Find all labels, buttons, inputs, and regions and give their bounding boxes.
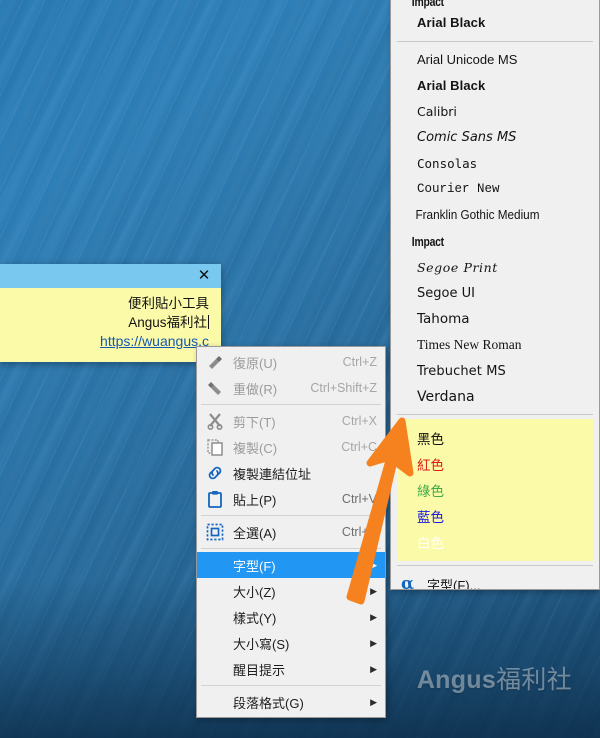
color-item-black[interactable]: 黑色 <box>397 425 593 451</box>
text-caret <box>208 315 209 329</box>
scissors-icon <box>205 411 225 431</box>
menu-item-case-label: 大小寫(S) <box>233 636 290 652</box>
link-icon <box>205 463 225 483</box>
font-item-trebuchet-ms[interactable]: Trebuchet MS <box>391 358 599 384</box>
menu-item-paste-label: 貼上(P) <box>233 492 277 508</box>
font-item-arial-unicode-ms[interactable]: Arial Unicode MS <box>391 46 599 72</box>
menu-item-font-label: 字型(F) <box>233 558 276 574</box>
font-item-courier-new[interactable]: Courier New <box>391 176 599 202</box>
color-list: 黑色 紅色 綠色 藍色 白色 <box>397 419 593 561</box>
menu-item-select-all-label: 全選(A) <box>233 525 277 541</box>
color-item-blue[interactable]: 藍色 <box>397 503 593 529</box>
clipboard-icon <box>205 489 225 509</box>
menu-separator <box>201 404 381 405</box>
font-item-verdana[interactable]: Verdana <box>391 384 599 410</box>
menu-item-size[interactable]: 大小(Z) ▶ <box>197 578 385 604</box>
menu-item-redo[interactable]: 重做(R) Ctrl+Shift+Z <box>197 375 385 401</box>
menu-item-copy-accel: Ctrl+C <box>341 440 377 454</box>
menu-item-redo-label: 重做(R) <box>233 381 278 397</box>
menu-item-cut-accel: Ctrl+X <box>341 414 377 428</box>
menu-separator <box>201 685 381 686</box>
chevron-right-icon: ▶ <box>370 611 377 622</box>
font-item-franklin-gothic-medium[interactable]: Franklin Gothic Medium <box>391 202 587 228</box>
menu-item-redo-accel: Ctrl+Shift+Z <box>310 381 377 395</box>
font-item-impact[interactable]: Impact <box>391 228 557 254</box>
menu-item-size-label: 大小(Z) <box>233 584 276 600</box>
font-item-comic-sans-ms[interactable]: Comic Sans MS <box>391 124 599 150</box>
menu-item-paste[interactable]: 貼上(P) Ctrl+V <box>197 486 385 512</box>
chevron-right-icon: ▶ <box>370 585 377 596</box>
sticky-note-window[interactable]: ✕ 便利貼小工具 Angus福利社 https://wuangus.c <box>0 264 221 362</box>
color-item-white[interactable]: 白色 <box>397 529 593 555</box>
context-menu[interactable]: 復原(U) Ctrl+Z 重做(R) Ctrl+Shift+Z 剪下(T) Ct… <box>196 346 386 718</box>
menu-item-undo-label: 復原(U) <box>233 355 278 371</box>
menu-item-paragraph[interactable]: 段落格式(G) ▶ <box>197 689 385 715</box>
font-list: Arial Unicode MS Arial Black Calibri Com… <box>391 46 599 410</box>
menu-item-font-dialog-label: 字型(F)... <box>427 577 481 590</box>
watermark-cn: 福利社 <box>496 666 572 694</box>
menu-item-paste-accel: Ctrl+V <box>341 492 377 506</box>
watermark: Angus福利社 <box>417 660 572 696</box>
font-panel-separator <box>397 41 593 42</box>
menu-item-undo[interactable]: 復原(U) Ctrl+Z <box>197 349 385 375</box>
chevron-right-icon: ▶ <box>370 559 377 570</box>
font-item-times-new-roman[interactable]: Times New Roman <box>391 332 599 358</box>
menu-item-font[interactable]: 字型(F) ▶ <box>197 552 385 578</box>
recent-font-impact[interactable]: Impact <box>391 0 557 9</box>
menu-item-copy-link[interactable]: 複製連結位址 <box>197 460 385 486</box>
font-item-calibri[interactable]: Calibri <box>391 98 599 124</box>
menu-item-highlight[interactable]: 醒目提示 ▶ <box>197 656 385 682</box>
select-all-icon <box>205 522 225 542</box>
font-panel-separator <box>397 565 593 566</box>
sticky-note-body[interactable]: 便利貼小工具 Angus福利社 https://wuangus.c <box>0 288 221 351</box>
menu-item-select-all[interactable]: 全選(A) Ctrl+A <box>197 519 385 545</box>
color-item-green[interactable]: 綠色 <box>397 477 593 503</box>
menu-separator <box>201 515 381 516</box>
chevron-right-icon: ▶ <box>370 663 377 674</box>
alpha-icon: α <box>401 574 415 590</box>
font-item-tahoma[interactable]: Tahoma <box>391 306 599 332</box>
menu-item-case[interactable]: 大小寫(S) ▶ <box>197 630 385 656</box>
menu-item-cut-label: 剪下(T) <box>233 414 276 430</box>
copy-icon <box>205 437 225 457</box>
menu-separator <box>201 548 381 549</box>
menu-item-style[interactable]: 樣式(Y) ▶ <box>197 604 385 630</box>
font-item-segoe-print[interactable]: Segoe Print <box>391 254 599 280</box>
chevron-right-icon: ▶ <box>370 637 377 648</box>
undo-icon <box>205 352 225 372</box>
close-icon[interactable]: ✕ <box>195 266 213 286</box>
note-line-2: Angus福利社 <box>10 313 209 332</box>
menu-item-paragraph-label: 段落格式(G) <box>233 695 304 711</box>
font-item-consolas[interactable]: Consolas <box>391 150 599 176</box>
recent-fonts-group: Impact Arial Black <box>391 0 599 37</box>
font-item-arial-black[interactable]: Arial Black <box>391 72 599 98</box>
menu-item-style-label: 樣式(Y) <box>233 610 277 626</box>
menu-item-highlight-label: 醒目提示 <box>233 662 286 678</box>
color-item-red[interactable]: 紅色 <box>397 451 593 477</box>
chevron-right-icon: ▶ <box>370 696 377 707</box>
menu-item-font-dialog[interactable]: α 字型(F)... <box>391 570 599 590</box>
menu-item-copy-label: 複製(C) <box>233 440 278 456</box>
font-panel-separator <box>397 414 593 415</box>
note-line-1: 便利貼小工具 <box>128 296 209 311</box>
menu-item-cut[interactable]: 剪下(T) Ctrl+X <box>197 408 385 434</box>
font-submenu-panel[interactable]: Impact Arial Black Arial Unicode MS Aria… <box>390 0 600 590</box>
menu-item-select-all-accel: Ctrl+A <box>341 525 377 539</box>
menu-item-copy[interactable]: 複製(C) Ctrl+C <box>197 434 385 460</box>
watermark-en: Angus <box>416 666 497 694</box>
note-link[interactable]: https://wuangus.c <box>100 332 209 351</box>
recent-font-arial-black[interactable]: Arial Black <box>391 9 599 35</box>
note-line-2-text: Angus福利社 <box>128 315 207 330</box>
menu-item-undo-accel: Ctrl+Z <box>342 355 377 369</box>
sticky-note-titlebar[interactable]: ✕ <box>0 264 221 288</box>
redo-icon <box>205 378 225 398</box>
menu-item-copy-link-label: 複製連結位址 <box>233 466 312 482</box>
font-item-segoe-ui[interactable]: Segoe UI <box>391 280 599 306</box>
